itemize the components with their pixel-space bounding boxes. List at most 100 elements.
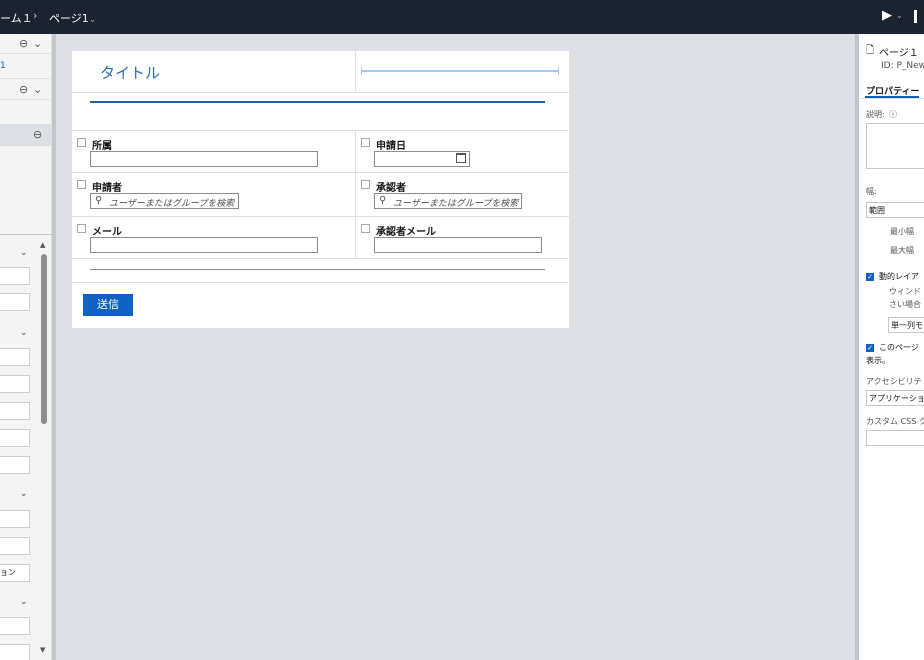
single-column-select[interactable]: 単一列モ (888, 317, 924, 333)
property-field[interactable] (0, 293, 30, 311)
field-select-checkbox[interactable] (77, 138, 86, 147)
show-page-checkbox[interactable]: ✓ (866, 344, 874, 352)
submit-button[interactable]: 送信 (83, 294, 133, 316)
info-icon[interactable]: ⓘ (889, 109, 897, 120)
approver-email-input[interactable] (374, 237, 542, 253)
approver-search-input[interactable]: ⚲ ユーザーまたはグループを検索 (374, 193, 522, 209)
page-name: ページ１ (879, 48, 919, 59)
search-placeholder: ユーザーまたはグループを検索 (109, 199, 235, 209)
chevron-down-icon[interactable]: ⌄ (20, 248, 28, 258)
accessibility-label: アクセシビリテ (866, 377, 922, 386)
spacer-element[interactable] (361, 67, 559, 75)
property-field[interactable] (0, 375, 30, 393)
affiliation-input[interactable] (90, 151, 318, 167)
header-divider (355, 51, 356, 92)
title-underline[interactable] (90, 101, 545, 103)
more-options-icon[interactable]: ⊖ (19, 37, 28, 50)
divider (0, 234, 52, 235)
property-field[interactable] (0, 402, 30, 420)
scrollbar-thumb[interactable] (41, 254, 47, 424)
custom-css-label: カスタム CSS ク (866, 417, 924, 426)
property-field[interactable] (0, 617, 30, 635)
divider (72, 130, 569, 131)
description-textarea[interactable] (866, 123, 924, 169)
scroll-down-icon[interactable]: ▼ (40, 646, 45, 654)
accessibility-value: アプリケーション (869, 394, 924, 403)
form-page: タイトル 所属 申請日 申請者 ⚲ ユーザーまたはグループを検索 承認者 ⚲ ユ… (72, 51, 569, 328)
max-width-label: 最大幅 (890, 246, 914, 255)
custom-css-input[interactable] (866, 430, 924, 446)
divider (72, 282, 569, 283)
divider (859, 98, 924, 99)
panel-divider[interactable] (52, 34, 56, 660)
applicant-search-input[interactable]: ⚲ ユーザーまたはグループを検索 (90, 193, 239, 209)
field-affiliation[interactable]: 所属 (77, 137, 327, 169)
field-approver[interactable]: 承認者 ⚲ ユーザーまたはグループを検索 (361, 179, 561, 211)
chevron-down-icon[interactable]: ⌄ (33, 83, 42, 96)
field-label: 申請者 (92, 183, 122, 194)
search-icon: ⚲ (95, 195, 103, 206)
calendar-icon[interactable] (456, 153, 466, 163)
field-select-checkbox[interactable] (361, 138, 370, 147)
more-options-icon[interactable]: ⊖ (19, 83, 28, 96)
more-options-icon[interactable]: ⊖ (33, 128, 42, 141)
form-title[interactable]: タイトル (100, 62, 160, 83)
field-select-checkbox[interactable] (77, 224, 86, 233)
dynamic-layout-label: 動的レイア (879, 272, 919, 281)
single-column-value: 単一列モ (891, 321, 923, 330)
field-label: メール (92, 227, 122, 238)
left-panel-section-header: ⊖ ⌄ (0, 78, 52, 100)
form-separator[interactable] (90, 269, 545, 270)
divider (72, 258, 569, 259)
description-label: 説明: (866, 110, 885, 119)
property-field[interactable] (0, 510, 30, 528)
page-id: ID: P_New (881, 61, 924, 71)
field-approver-email[interactable]: 承認者メール (361, 223, 561, 255)
property-field[interactable] (0, 348, 30, 366)
property-field[interactable]: ョン (0, 564, 30, 582)
page-icon: 🗋 (866, 45, 875, 56)
accessibility-select[interactable]: アプリケーション (866, 390, 924, 406)
search-icon: ⚲ (379, 195, 387, 206)
field-label: 承認者メール (376, 227, 436, 238)
dynamic-layout-desc: ウィンド (889, 287, 921, 296)
property-field[interactable] (0, 456, 30, 474)
chevron-down-icon[interactable]: ⌄ (20, 489, 28, 499)
width-select[interactable]: 範囲 (866, 202, 924, 218)
field-select-checkbox[interactable] (77, 180, 86, 189)
run-preview-icon[interactable]: ▶ (882, 8, 892, 23)
field-label: 申請日 (376, 141, 406, 152)
property-field[interactable] (0, 429, 30, 447)
top-bar: ーム１ › ページ1⌄ ▶ ⌄ (0, 0, 924, 34)
application-date-input[interactable] (374, 151, 470, 167)
field-label: 承認者 (376, 183, 406, 194)
chevron-down-icon[interactable]: ⌄ (33, 37, 42, 50)
search-placeholder: ユーザーまたはグループを検索 (393, 199, 519, 209)
dynamic-layout-desc: さい場合 (889, 300, 921, 309)
breadcrumb-separator: › (33, 9, 38, 22)
show-page-label: このページ (879, 343, 919, 352)
chevron-down-icon[interactable]: ⌄ (20, 597, 28, 607)
field-select-checkbox[interactable] (361, 224, 370, 233)
tree-item-selected[interactable]: ⊖ (0, 124, 52, 146)
field-application-date[interactable]: 申請日 (361, 137, 561, 169)
tree-link[interactable]: 1 (0, 61, 6, 71)
divider (72, 92, 569, 93)
field-applicant[interactable]: 申請者 ⚲ ユーザーまたはグループを検索 (77, 179, 327, 211)
property-field[interactable] (0, 537, 30, 555)
property-field[interactable] (0, 644, 30, 660)
chevron-down-icon[interactable]: ⌄ (896, 11, 903, 20)
overflow-menu-icon[interactable] (914, 10, 917, 23)
chevron-down-icon[interactable]: ⌄ (20, 328, 28, 338)
property-field[interactable] (0, 267, 30, 285)
field-select-checkbox[interactable] (361, 180, 370, 189)
breadcrumb-page[interactable]: ページ1⌄ (49, 10, 96, 26)
chevron-down-icon: ⌄ (88, 15, 97, 25)
properties-panel: 🗋 ページ１ ID: P_New プロパティー 説明: ⓘ 幅: 範囲 最小幅 … (859, 34, 924, 660)
dynamic-layout-checkbox[interactable]: ✓ (866, 273, 874, 281)
left-panel-header: ⊖ ⌄ (0, 34, 52, 54)
scroll-up-icon[interactable]: ▲ (40, 241, 45, 249)
breadcrumb-form[interactable]: ーム１ (0, 10, 33, 26)
field-email[interactable]: メール (77, 223, 327, 255)
email-input[interactable] (90, 237, 318, 253)
